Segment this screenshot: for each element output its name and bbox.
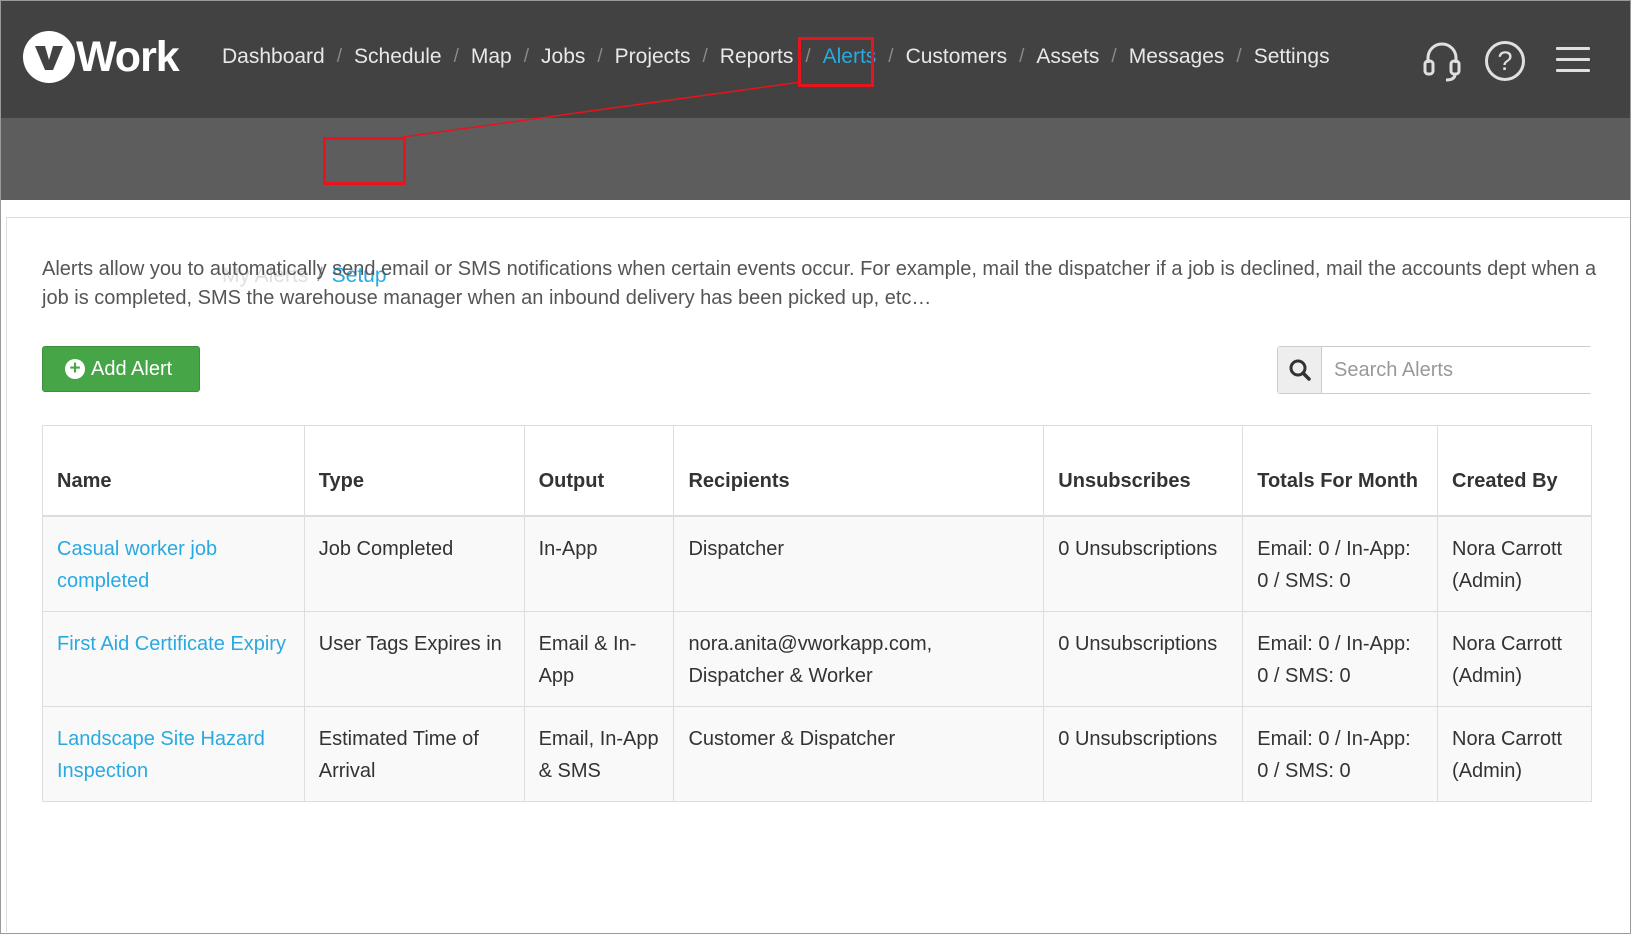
- table-row: First Aid Certificate Expiry User Tags Ex…: [42, 610, 1592, 706]
- cell-output: Email, In-App & SMS: [523, 705, 674, 801]
- column-header-recipients: Recipients: [673, 425, 1044, 517]
- nav-separator: /: [597, 46, 603, 67]
- table-header-row: Name Type Output Recipients Unsubscribes Tota…: [42, 425, 1592, 517]
- search-input[interactable]: [1322, 347, 1601, 393]
- cell-output: Email & In-App: [523, 610, 674, 706]
- add-alert-button[interactable]: + Add Alert: [42, 346, 200, 392]
- logo-v-icon: [23, 31, 75, 83]
- cell-created-by: Nora Carrott (Admin): [1437, 610, 1592, 706]
- table-row: Casual worker job completed Job Completed…: [42, 515, 1592, 611]
- column-header-totals-for-month: Totals For Month: [1242, 425, 1438, 517]
- nav-separator: /: [453, 46, 459, 67]
- nav-item-reports[interactable]: Reports: [720, 45, 794, 69]
- table-body: Casual worker job completed Job Completed…: [42, 515, 1592, 801]
- nav-item-projects[interactable]: Projects: [615, 45, 691, 69]
- plus-circle-icon: +: [65, 359, 85, 379]
- column-header-type: Type: [303, 425, 525, 517]
- app-window: Work Dashboard / Schedule / Map / Jobs / Project…: [0, 0, 1631, 934]
- alerts-table: Name Type Output Recipients Unsubscribes Tota…: [42, 425, 1592, 802]
- headset-icon[interactable]: [1422, 39, 1462, 83]
- search-box: [1277, 346, 1601, 394]
- nav-item-customers[interactable]: Customers: [906, 45, 1008, 69]
- nav-separator: /: [702, 46, 708, 67]
- cell-type: Job Completed: [303, 515, 525, 611]
- cell-recipients: Dispatcher: [673, 515, 1044, 611]
- main-nav: Dashboard / Schedule / Map / Jobs / Projects / Rep…: [222, 45, 1330, 69]
- cell-unsubscribes: 0 Unsubscriptions: [1043, 610, 1243, 706]
- cell-totals-for-month: Email: 0 / In-App: 0 / SMS: 0: [1242, 515, 1438, 611]
- cell-recipients: Customer & Dispatcher: [673, 705, 1044, 801]
- annotation-highlight-setup: [323, 137, 406, 185]
- alert-name-link[interactable]: Landscape Site Hazard Inspection: [57, 728, 265, 782]
- table-row: Landscape Site Hazard Inspection Estimate…: [42, 705, 1592, 801]
- nav-item-assets[interactable]: Assets: [1036, 45, 1099, 69]
- alert-name-link[interactable]: First Aid Certificate Expiry: [57, 633, 286, 655]
- nav-separator: /: [1019, 46, 1025, 67]
- column-header-name: Name: [42, 425, 305, 517]
- column-header-output: Output: [523, 425, 674, 517]
- nav-item-settings[interactable]: Settings: [1254, 45, 1330, 69]
- intro-text: Alerts allow you to automatically send e…: [42, 258, 1597, 309]
- cell-name: First Aid Certificate Expiry: [42, 610, 305, 706]
- search-icon[interactable]: [1278, 347, 1322, 393]
- cell-name: Landscape Site Hazard Inspection: [42, 705, 305, 801]
- cell-totals-for-month: Email: 0 / In-App: 0 / SMS: 0: [1242, 610, 1438, 706]
- nav-item-map[interactable]: Map: [471, 45, 512, 69]
- cell-unsubscribes: 0 Unsubscriptions: [1043, 515, 1243, 611]
- annotation-highlight-alerts: [798, 37, 874, 87]
- cell-recipients: nora.anita@vworkapp.com, Dispatcher & Wo…: [673, 610, 1044, 706]
- nav-item-schedule[interactable]: Schedule: [354, 45, 442, 69]
- add-alert-label: Add Alert: [91, 357, 173, 380]
- cell-unsubscribes: 0 Unsubscriptions: [1043, 705, 1243, 801]
- cell-output: In-App: [523, 515, 674, 611]
- column-header-created-by: Created By: [1437, 425, 1592, 517]
- nav-separator: /: [1111, 46, 1117, 67]
- cell-type: Estimated Time of Arrival: [303, 705, 525, 801]
- alert-name-link[interactable]: Casual worker job completed: [57, 538, 217, 592]
- logo-wordmark: Work: [76, 33, 180, 81]
- help-icon[interactable]: ?: [1485, 41, 1525, 81]
- vwork-logo[interactable]: Work: [23, 31, 180, 83]
- nav-separator: /: [523, 46, 530, 67]
- main-content: Alerts allow you to automatically send e…: [6, 217, 1630, 932]
- nav-separator: /: [1236, 46, 1242, 67]
- cell-type: User Tags Expires in: [303, 610, 525, 706]
- cell-totals-for-month: Email: 0 / In-App: 0 / SMS: 0: [1242, 705, 1438, 801]
- cell-created-by: Nora Carrott (Admin): [1437, 515, 1592, 611]
- nav-separator: /: [888, 46, 894, 67]
- sub-navbar: My Alerts / Setup: [1, 118, 1630, 287]
- nav-item-messages[interactable]: Messages: [1129, 45, 1225, 69]
- cell-created-by: Nora Carrott (Admin): [1437, 705, 1592, 801]
- column-header-unsubscribes: Unsubscribes: [1043, 425, 1243, 517]
- cell-name: Casual worker job completed: [42, 515, 305, 611]
- nav-item-jobs[interactable]: Jobs: [541, 45, 585, 69]
- nav-item-dashboard[interactable]: Dashboard: [222, 45, 325, 69]
- nav-separator: /: [336, 46, 343, 67]
- hamburger-menu-icon[interactable]: [1556, 47, 1590, 73]
